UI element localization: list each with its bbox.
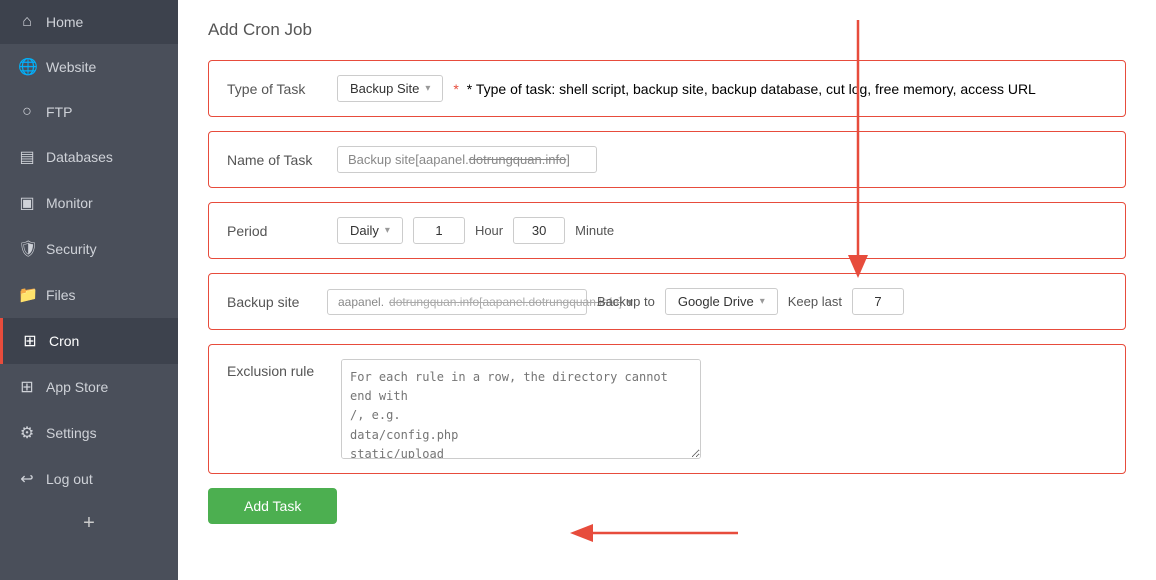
sidebar-item-label: Settings — [46, 425, 97, 441]
website-icon: 🌐 — [18, 57, 36, 77]
sidebar-item-label: Security — [46, 241, 97, 257]
logout-icon: ↩ — [18, 469, 36, 489]
backup-to-label: Backup to — [597, 294, 655, 309]
sidebar-item-files[interactable]: 📁 Files — [0, 272, 178, 318]
period-hour-label: Hour — [475, 223, 503, 238]
name-prefix: Backup site[aapanel. — [348, 152, 469, 167]
backup-site-label: Backup site — [227, 294, 317, 310]
backup-site-strikethrough: dotrungquan.info[aapanel.dotrungquan.inf… — [389, 295, 622, 309]
period-minute-label: Minute — [575, 223, 614, 238]
sidebar-item-label: Databases — [46, 149, 113, 165]
name-strikethrough: dotrungquan.info — [469, 152, 567, 167]
type-of-task-value: Backup Site — [350, 81, 419, 96]
backup-site-dropdown[interactable]: aapanel.dotrungquan.info[aapanel.dotrung… — [327, 289, 587, 315]
sidebar-item-databases[interactable]: ▤ Databases — [0, 134, 178, 180]
exclusion-rule-label: Exclusion rule — [227, 359, 327, 379]
settings-icon: ⚙ — [18, 423, 36, 443]
keep-last-input[interactable] — [852, 288, 904, 315]
main-content: Add Cron Job Type of Task Backup Site ▾ … — [178, 0, 1156, 580]
type-of-task-label: Type of Task — [227, 81, 327, 97]
sidebar-item-settings[interactable]: ⚙ Settings — [0, 410, 178, 456]
sidebar-item-label: Cron — [49, 333, 79, 349]
backup-row: Backup site aapanel.dotrungquan.info[aap… — [227, 288, 1107, 315]
exclusion-rule-textarea[interactable] — [341, 359, 701, 459]
period-value: Daily — [350, 223, 379, 238]
sidebar-item-ftp[interactable]: ○ FTP — [0, 90, 178, 134]
ftp-icon: ○ — [18, 103, 36, 121]
period-label: Period — [227, 223, 327, 239]
name-of-task-label: Name of Task — [227, 152, 327, 168]
type-of-task-hint-text: * Type of task: shell script, backup sit… — [467, 81, 1036, 97]
backup-site-prefix: aapanel. — [338, 295, 384, 309]
backup-site-section: Backup site aapanel.dotrungquan.info[aap… — [208, 273, 1126, 330]
type-of-task-dropdown[interactable]: Backup Site ▾ — [337, 75, 443, 102]
sidebar-item-monitor[interactable]: ▣ Monitor — [0, 180, 178, 226]
sidebar-item-label: Monitor — [46, 195, 93, 211]
name-of-task-display[interactable]: Backup site[aapanel.dotrungquan.info] — [337, 146, 597, 173]
sidebar-item-label: FTP — [46, 104, 72, 120]
sidebar-item-label: App Store — [46, 379, 108, 395]
content-wrapper: Add Cron Job Type of Task Backup Site ▾ … — [208, 20, 1126, 524]
page-title: Add Cron Job — [208, 20, 1126, 40]
sidebar-item-label: Website — [46, 59, 96, 75]
period-minute-input[interactable] — [513, 217, 565, 244]
sidebar-item-app-store[interactable]: ⊞ App Store — [0, 364, 178, 410]
keep-last-label: Keep last — [788, 294, 842, 309]
shield-icon: 🛡 — [18, 239, 36, 259]
period-hour-input[interactable] — [413, 217, 465, 244]
chevron-down-icon: ▾ — [760, 296, 765, 307]
add-icon: + — [83, 512, 95, 535]
sidebar-item-label: Home — [46, 14, 83, 30]
period-dropdown[interactable]: Daily ▾ — [337, 217, 403, 244]
chevron-down-icon: ▾ — [385, 225, 390, 236]
sidebar-item-website[interactable]: 🌐 Website — [0, 44, 178, 90]
files-icon: 📁 — [18, 285, 36, 305]
chevron-down-icon: ▾ — [425, 83, 430, 94]
name-of-task-section: Name of Task Backup site[aapanel.dotrung… — [208, 131, 1126, 188]
add-task-row: Add Task — [208, 488, 1126, 524]
app-store-icon: ⊞ — [18, 377, 36, 397]
sidebar: ⌂ Home 🌐 Website ○ FTP ▤ Databases ▣ Mon… — [0, 0, 178, 580]
add-task-button[interactable]: Add Task — [208, 488, 337, 524]
monitor-icon: ▣ — [18, 193, 36, 213]
backup-to-dropdown[interactable]: Google Drive ▾ — [665, 288, 778, 315]
period-section: Period Daily ▾ Hour Minute — [208, 202, 1126, 259]
sidebar-add-button[interactable]: + — [0, 502, 178, 545]
sidebar-item-label: Files — [46, 287, 76, 303]
sidebar-item-label: Log out — [46, 471, 93, 487]
type-of-task-section: Type of Task Backup Site ▾ * * Type of t… — [208, 60, 1126, 117]
sidebar-item-security[interactable]: 🛡 Security — [0, 226, 178, 272]
databases-icon: ▤ — [18, 147, 36, 167]
cron-icon: ⊞ — [21, 331, 39, 351]
sidebar-item-home[interactable]: ⌂ Home — [0, 0, 178, 44]
backup-to-value: Google Drive — [678, 294, 754, 309]
exclusion-rule-section: Exclusion rule — [208, 344, 1126, 474]
type-of-task-hint: * * Type of task: shell script, backup s… — [453, 81, 1035, 97]
home-icon: ⌂ — [18, 13, 36, 31]
sidebar-item-logout[interactable]: ↩ Log out — [0, 456, 178, 502]
name-suffix: ] — [566, 152, 570, 167]
sidebar-item-cron[interactable]: ⊞ Cron — [0, 318, 178, 364]
